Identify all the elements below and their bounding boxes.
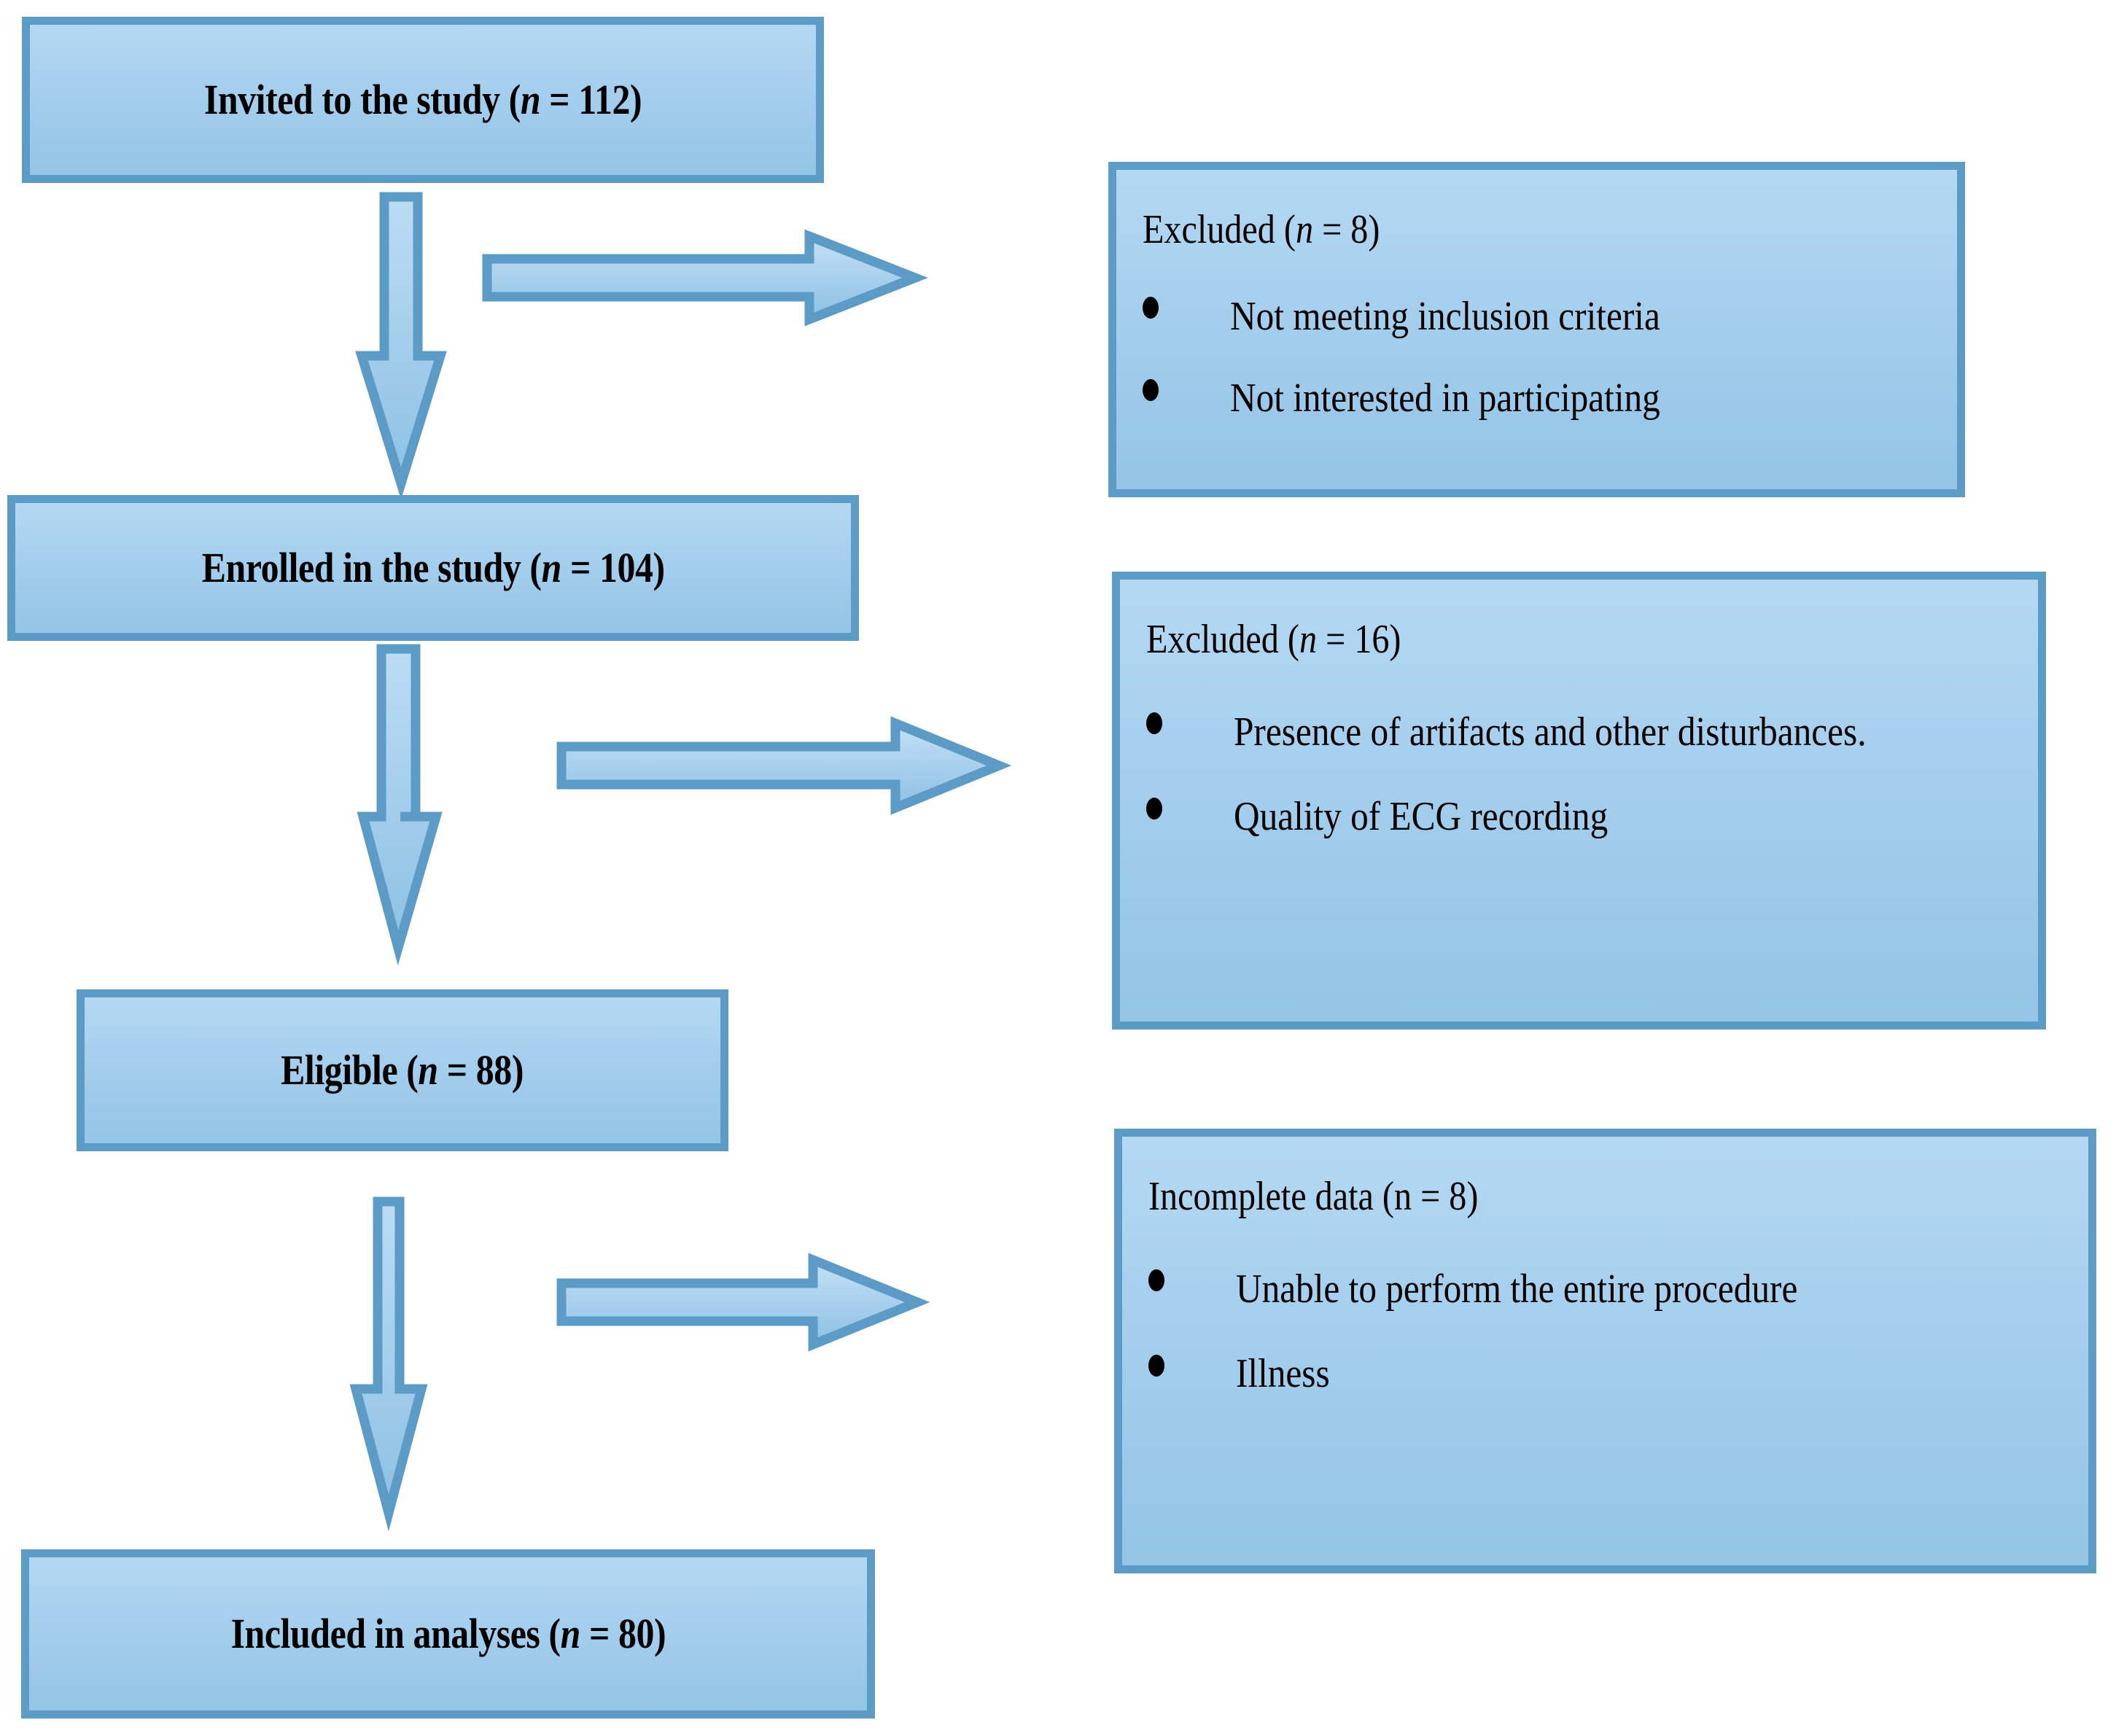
panel-excluded-16-heading: Excluded (n = 16) [1146,617,1401,662]
node-included[interactable]: Included in analyses (n = 80) [21,1549,875,1719]
flowchart-canvas: Invited to the study (n = 112) Enrolled … [0,0,2116,1736]
panel-incomplete-8-list: Unable to perform the entire procedure I… [1148,1258,2062,1406]
panel-excluded-16[interactable]: Excluded (n = 16) Presence of artifacts … [1112,572,2046,1029]
bullet-icon [1143,297,1159,319]
node-enrolled-label: Enrolled in the study (n = 104) [201,543,665,591]
list-item-text: Quality of ECG recording [1234,794,1609,840]
bullet-icon [1146,798,1162,820]
bullet-icon [1146,712,1162,735]
right-arrow-1-icon [482,229,928,327]
list-item: Illness [1148,1342,2062,1406]
bullet-icon [1148,1269,1164,1292]
list-item: Not interested in participating [1143,367,1931,430]
list-item-text: Unable to perform the entire procedure [1236,1266,1798,1312]
panel-incomplete-8[interactable]: Incomplete data (n = 8) Unable to perfor… [1114,1129,2096,1573]
node-eligible[interactable]: Eligible (n = 88) [77,989,728,1151]
panel-incomplete-8-heading: Incomplete data (n = 8) [1148,1174,1479,1219]
list-item: Quality of ECG recording [1146,785,2012,849]
node-invited-label: Invited to the study (n = 112) [203,75,642,123]
node-enrolled[interactable]: Enrolled in the study (n = 104) [7,495,859,641]
down-arrow-3-icon [349,1196,428,1532]
right-arrow-2-icon [556,716,1012,815]
list-item-text: Presence of artifacts and other disturba… [1234,709,1867,755]
panel-excluded-8-list: Not meeting inclusion criteria Not inter… [1143,285,1931,431]
down-arrow-1-icon [355,192,447,500]
list-item: Presence of artifacts and other disturba… [1146,701,2012,764]
down-arrow-2-icon [357,644,443,966]
bullet-icon [1148,1355,1164,1377]
list-item-text: Not meeting inclusion criteria [1230,293,1660,339]
panel-excluded-8[interactable]: Excluded (n = 8) Not meeting inclusion c… [1108,162,1965,497]
panel-excluded-8-heading: Excluded (n = 8) [1143,207,1380,252]
list-item-text: Not interested in participating [1230,375,1660,421]
node-eligible-label: Eligible (n = 88) [281,1046,524,1094]
panel-excluded-16-list: Presence of artifacts and other disturba… [1146,701,2012,849]
node-invited[interactable]: Invited to the study (n = 112) [22,17,824,183]
right-arrow-3-icon [556,1253,930,1352]
bullet-icon [1143,379,1159,402]
list-item: Unable to perform the entire procedure [1148,1258,2062,1321]
node-included-label: Included in analyses (n = 80) [230,1609,666,1657]
list-item: Not meeting inclusion criteria [1143,285,1931,349]
list-item-text: Illness [1236,1351,1330,1397]
